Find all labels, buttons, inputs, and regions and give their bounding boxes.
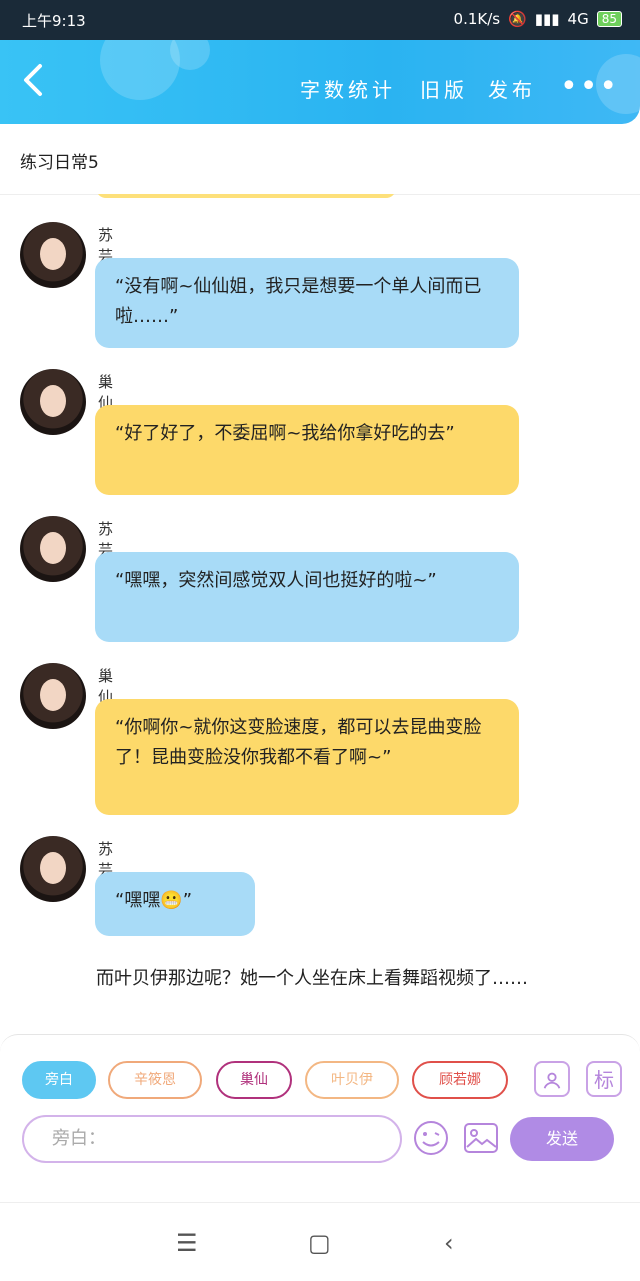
home-icon[interactable]: ▢ [308,1229,331,1257]
image-icon[interactable] [462,1119,500,1157]
send-button[interactable]: 发送 [510,1117,614,1161]
input-panel: 旁白 辛筱恩 巢仙 叶贝伊 顾若娜 标 旁白： 发送 [0,1034,640,1165]
mute-icon: 🔕 [508,10,527,28]
status-icons: 0.1K/s 🔕 ▮▮▮ 4G 85 [454,10,622,28]
app-header: 字数统计 旧版 发布 ••• [0,40,640,124]
tag-icon[interactable]: 标 [586,1061,622,1097]
avatar[interactable] [20,222,86,288]
role-chip-ye[interactable]: 叶贝伊 [305,1061,399,1099]
chevron-left-icon [24,64,42,96]
old-version-button[interactable]: 旧版 [420,74,468,103]
network-type: 4G [567,10,589,28]
role-chip-gu[interactable]: 顾若娜 [412,1061,508,1099]
menu-icon[interactable]: ☰ [176,1229,198,1257]
more-icon[interactable]: ••• [560,72,619,102]
system-nav-bar: ☰ ▢ ‹ [0,1202,640,1281]
network-speed: 0.1K/s [453,10,501,28]
battery-icon: 85 [596,11,622,27]
avatar[interactable] [20,516,86,582]
avatar[interactable] [20,369,86,435]
word-count-button[interactable]: 字数统计 [300,74,396,103]
message-bubble[interactable]: “好了好了，不委屈啊~我给你拿好吃的去” [95,405,519,495]
role-profile-icon[interactable] [534,1061,570,1097]
chat-list[interactable]: 苏芸乐 “没有啊~仙仙姐，我只是想要一个单人间而已啦……” 巢仙 “好了好了，不… [0,194,640,1034]
message-bubble[interactable]: “你啊你~就你这变脸速度，都可以去昆曲变脸了！昆曲变脸没你我都不看了啊~” [95,699,519,815]
avatar[interactable] [20,836,86,902]
avatar[interactable] [20,663,86,729]
message-bubble[interactable]: “嘿嘿，突然间感觉双人间也挺好的啦~” [95,552,519,642]
publish-button[interactable]: 发布 [488,74,536,103]
role-chip-chao[interactable]: 巢仙 [216,1061,292,1099]
chapter-title[interactable]: 练习日常5 [20,148,99,173]
signal-icon: ▮▮▮ [534,10,560,28]
role-chip-xin[interactable]: 辛筱恩 [108,1061,202,1099]
message-input[interactable]: 旁白： [22,1115,402,1163]
back-button[interactable] [20,62,56,102]
message-bubble[interactable]: “嘿嘿😬” [95,872,255,936]
status-time: 上午9:13 [22,12,86,30]
decoration-bubble [100,40,180,100]
message-bubble-partial [96,194,396,198]
emoji-icon[interactable] [412,1119,450,1157]
back-nav-icon[interactable]: ‹ [444,1229,454,1257]
message-bubble[interactable]: “没有啊~仙仙姐，我只是想要一个单人间而已啦……” [95,258,519,348]
chapter-title-bar: 练习日常5 [0,124,640,195]
status-bar: 上午9:13 0.1K/s 🔕 ▮▮▮ 4G 85 [0,0,640,40]
role-chip-narrator[interactable]: 旁白 [22,1061,96,1099]
narration-text[interactable]: 而叶贝伊那边呢？她一个人坐在床上看舞蹈视频了…… [36,964,606,994]
